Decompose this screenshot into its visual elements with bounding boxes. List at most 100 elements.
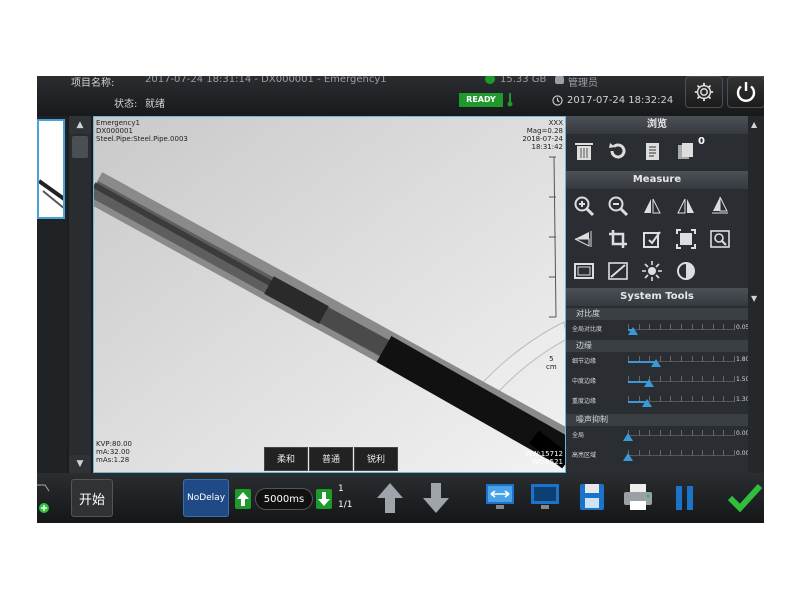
status-label: 状态:	[114, 99, 138, 110]
slider-tick	[734, 356, 735, 362]
project-value: 2017-07-24 18:31:14 - DX000001 - Emergen…	[145, 76, 387, 85]
slider-value: 0.00	[736, 430, 748, 437]
rotate-button[interactable]	[605, 138, 631, 164]
delay-value[interactable]: 5000ms	[255, 488, 313, 510]
filter-sharp-button[interactable]: 锐利	[354, 447, 398, 471]
power-button[interactable]	[727, 76, 764, 108]
status-value: 就绪	[145, 99, 165, 110]
overlay-line: WL:8521	[532, 458, 563, 466]
down-arrow-icon	[423, 483, 449, 513]
slider-thumb[interactable]	[623, 453, 633, 461]
zoom-out-button[interactable]	[605, 193, 631, 219]
checkmark-icon	[727, 483, 763, 513]
fit-width-button[interactable]	[484, 481, 516, 513]
page-total: 1/1	[338, 500, 353, 510]
scroll-thumb[interactable]	[72, 136, 88, 158]
slider-tick	[712, 324, 714, 330]
slider-track[interactable]	[628, 394, 735, 407]
slider-tick	[712, 396, 714, 402]
flip-vertical-button[interactable]	[707, 193, 733, 219]
up-arrow-icon	[377, 483, 403, 513]
fit-button[interactable]	[673, 226, 699, 252]
slider-thumb[interactable]	[623, 433, 633, 441]
panel-scroll-down[interactable]: ▼	[751, 294, 757, 303]
crop-button[interactable]	[605, 226, 631, 252]
invert-button[interactable]	[673, 258, 699, 284]
curve-button[interactable]	[605, 258, 631, 284]
fit-icon	[676, 229, 696, 249]
overlay-line: XXX	[548, 119, 563, 127]
slider-tick	[702, 450, 704, 456]
slider-tick	[734, 450, 735, 456]
add-item-icon[interactable]	[37, 481, 51, 513]
slider-thumb[interactable]	[628, 327, 639, 335]
window-button[interactable]	[571, 258, 597, 284]
confirm-button[interactable]	[727, 481, 763, 513]
slider-thumb[interactable]	[644, 379, 655, 387]
slider-label: 全局	[572, 432, 585, 439]
slider-tick	[670, 396, 672, 402]
brightness-button[interactable]	[639, 258, 665, 284]
nodelay-button[interactable]: NoDelay	[183, 479, 229, 517]
filter-soft-button[interactable]: 柔和	[264, 447, 308, 471]
crop-icon	[609, 230, 627, 248]
slider-thumb[interactable]	[642, 399, 653, 407]
select-region-button[interactable]	[639, 226, 665, 252]
scroll-up-button[interactable]: ▲	[69, 116, 91, 134]
settings-button[interactable]	[685, 76, 723, 108]
zoom-in-button[interactable]	[571, 193, 597, 219]
slider-tick	[691, 324, 693, 330]
panel-scrollbar[interactable]: ▲ ▼	[748, 116, 764, 473]
slider-tick	[691, 376, 693, 382]
slider-tick	[638, 450, 640, 456]
overlay-line: Mag=0.28	[526, 127, 563, 135]
save-button[interactable]	[577, 481, 607, 513]
slider-track[interactable]	[628, 322, 735, 335]
previous-button[interactable]	[375, 481, 405, 515]
copy-button[interactable]	[673, 138, 699, 164]
xray-viewer[interactable]: Emergency1 DX000001 Steel.Pipe:Steel.Pip…	[93, 116, 566, 473]
pause-icon	[676, 486, 693, 510]
pause-button[interactable]	[673, 483, 697, 513]
scroll-down-button[interactable]: ▼	[69, 455, 91, 473]
overlay-line: KVP:80.00	[96, 440, 132, 448]
contrast-subsection: 对比度	[566, 308, 748, 320]
flip-right-button[interactable]	[673, 193, 699, 219]
trash-icon	[575, 143, 593, 160]
panel-scroll-up[interactable]: ▲	[751, 120, 757, 129]
filter-normal-button[interactable]: 普通	[309, 447, 353, 471]
flip-left-button[interactable]	[639, 193, 665, 219]
slider-track[interactable]	[623, 428, 735, 441]
document-button[interactable]	[639, 138, 665, 164]
slider-tick	[702, 356, 704, 362]
slider-label: 全局对比度	[572, 326, 603, 333]
slider-tick	[712, 356, 714, 362]
xray-image	[94, 117, 565, 472]
slider-tick	[734, 376, 735, 382]
slider-track[interactable]	[623, 448, 735, 461]
slider-tick	[702, 430, 704, 436]
slider-tick	[723, 376, 725, 382]
start-button[interactable]: 开始	[71, 479, 113, 517]
slider-tick	[712, 376, 714, 382]
delay-down-button[interactable]	[316, 489, 332, 509]
slider-track[interactable]	[628, 374, 735, 387]
scale-value: 5	[549, 355, 554, 363]
slider-label: 高亮区域	[572, 452, 597, 459]
print-button[interactable]	[621, 481, 655, 513]
thumbnail-scrollbar[interactable]: ▲ ▼	[69, 116, 91, 473]
slider-thumb[interactable]	[650, 359, 661, 367]
delete-button[interactable]	[571, 138, 597, 164]
next-button[interactable]	[421, 481, 451, 515]
flip-horizontal-button[interactable]	[571, 226, 597, 252]
app-window: 项目名称: 2017-07-24 18:31:14 - DX000001 - E…	[37, 76, 764, 523]
delay-up-button[interactable]	[235, 489, 251, 509]
system-tools-section-title: System Tools	[566, 288, 748, 306]
measure-section-title: Measure	[566, 171, 748, 189]
slider-tick	[638, 430, 640, 436]
image-thumbnail[interactable]	[37, 119, 65, 219]
slider-track[interactable]	[628, 354, 735, 367]
display-button[interactable]	[529, 481, 561, 513]
magnifier-button[interactable]	[707, 226, 733, 252]
browse-section-title: 浏览	[566, 116, 748, 134]
